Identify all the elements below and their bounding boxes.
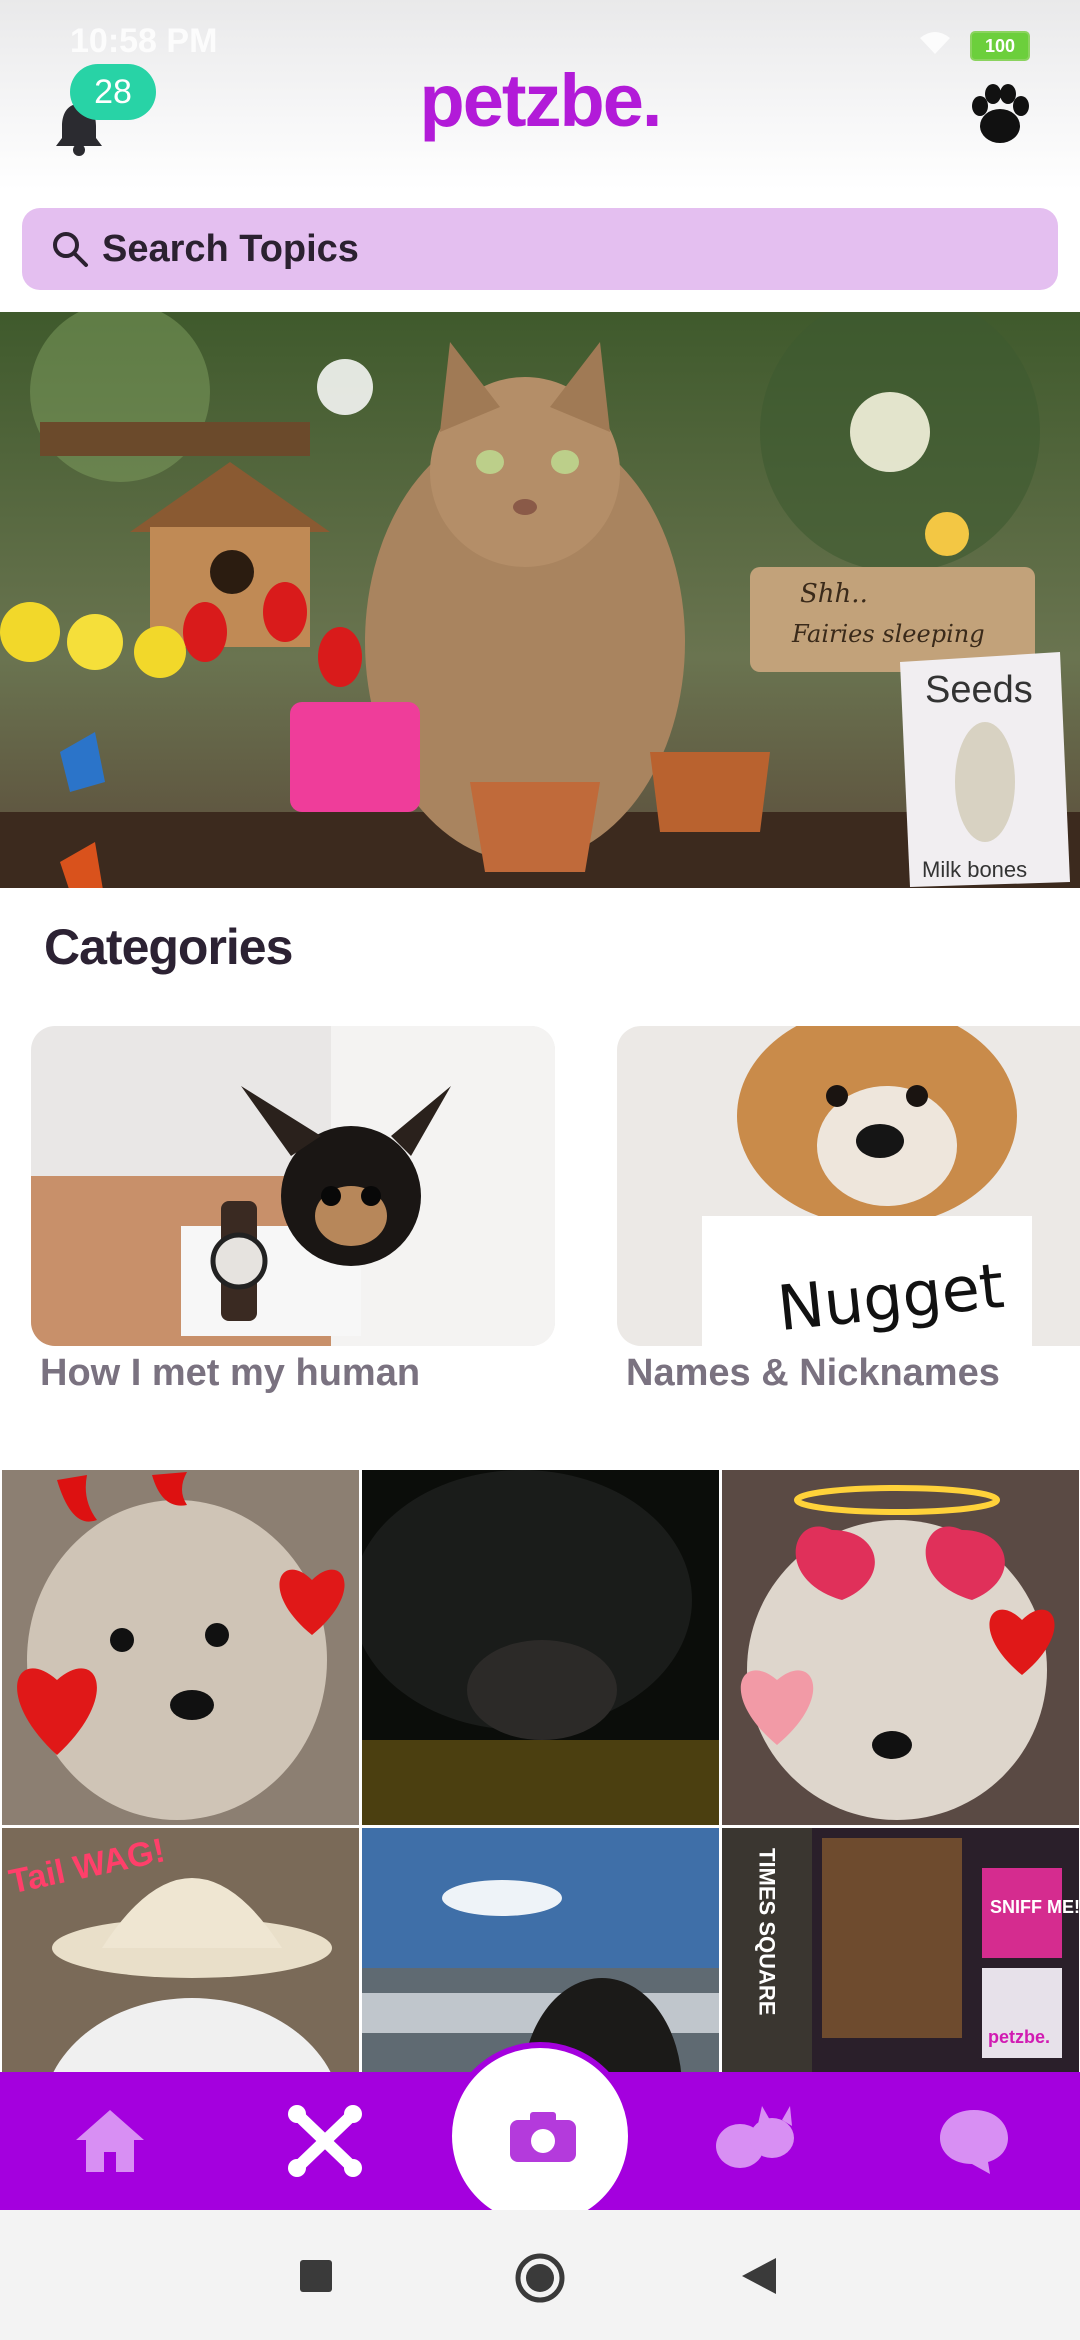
categories-title: Categories	[44, 919, 293, 975]
battery-indicator: 100	[970, 31, 1030, 61]
camera-button[interactable]	[446, 2042, 634, 2230]
pets-icon[interactable]	[710, 2104, 794, 2178]
grid-photo-2[interactable]	[362, 1470, 719, 1825]
paw-icon[interactable]	[964, 78, 1036, 150]
grid-times-square-text: TIMES SQUARE	[755, 1848, 780, 2015]
grid-photo-1[interactable]	[2, 1470, 359, 1825]
hero-bag-sub: Milk bones	[922, 857, 1027, 882]
grid-sniff-text: SNIFF ME!	[990, 1897, 1079, 1917]
back-icon[interactable]	[742, 2258, 776, 2299]
chat-icon[interactable]	[934, 2104, 1014, 2178]
grid-brand-text: petzbe.	[988, 2027, 1050, 2047]
grid-photo-3[interactable]	[722, 1470, 1079, 1825]
hero-sign-text-1: Shh..	[800, 579, 868, 609]
search-icon	[50, 229, 90, 269]
hero-bag-text: Seeds	[925, 669, 1033, 711]
status-time: 10:58 PM	[70, 22, 218, 60]
camera-icon	[508, 2108, 578, 2169]
system-navigation-bar	[0, 2210, 1080, 2340]
app-logo: petzbe.	[419, 59, 663, 142]
search-placeholder: Search Topics	[102, 227, 359, 270]
home-circle-icon[interactable]	[514, 2252, 566, 2309]
category-card-how-i-met-my-human[interactable]	[31, 1026, 555, 1346]
category-label-how-i-met-my-human[interactable]: How I met my human	[40, 1352, 420, 1395]
category-card-names-nicknames[interactable]: Nugget	[617, 1026, 1080, 1346]
home-icon[interactable]	[70, 2104, 150, 2178]
recents-icon[interactable]	[300, 2260, 332, 2297]
hero-sign-text-2: Fairies sleeping	[791, 620, 985, 648]
category-label-names-nicknames[interactable]: Names & Nicknames	[626, 1352, 1000, 1395]
bones-icon[interactable]	[285, 2104, 365, 2178]
hero-banner[interactable]: Shh.. Fairies sleeping Seeds Milk bones	[0, 312, 1080, 888]
search-bar[interactable]: Search Topics	[22, 208, 1058, 290]
app-header: 10:58 PM 100 28 petzbe.	[0, 0, 1080, 190]
